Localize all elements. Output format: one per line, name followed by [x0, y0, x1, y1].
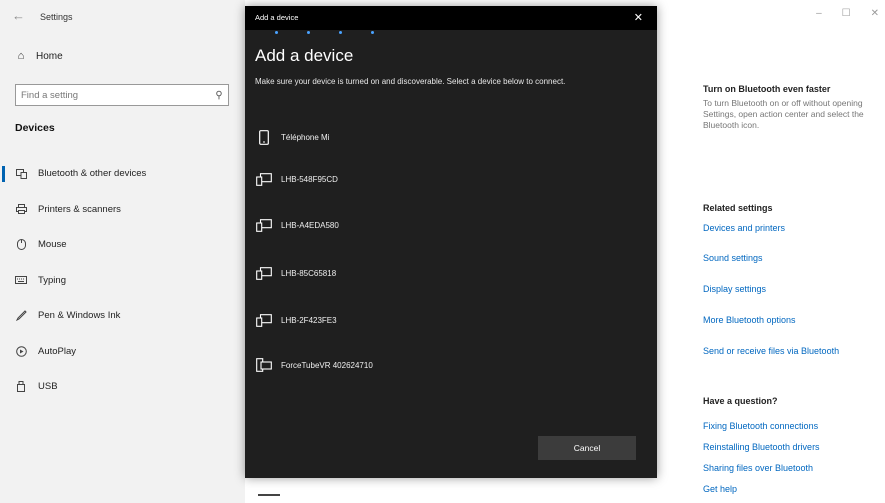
pen-icon: [14, 310, 28, 322]
printer-icon: [14, 204, 28, 215]
sidebar-item-mouse[interactable]: Mouse: [0, 227, 245, 263]
related-settings-heading: Related settings: [703, 203, 773, 213]
sidebar-item-label: Mouse: [38, 239, 67, 251]
window-controls: – ☐ ✕: [816, 8, 879, 19]
link-more-bluetooth[interactable]: More Bluetooth options: [703, 315, 796, 325]
device-item[interactable]: LHB-2F423FE3: [255, 305, 337, 335]
bt-faster-text: To turn Bluetooth on or off without open…: [703, 98, 864, 130]
progress-dot: [275, 31, 278, 34]
device-item[interactable]: LHB-A4EDA580: [255, 210, 339, 240]
link-get-help[interactable]: Get help: [703, 484, 737, 494]
device-name: ForceTubeVR 402624710: [281, 360, 373, 370]
nav-list: Bluetooth & other devices Printers & sca…: [0, 156, 245, 405]
sidebar-item-pen[interactable]: Pen & Windows Ink: [0, 298, 245, 334]
dialog-heading: Add a device: [255, 46, 354, 65]
progress-dot: [371, 31, 374, 34]
display-device-icon: [255, 171, 273, 187]
progress-dot: [339, 31, 342, 34]
cancel-button[interactable]: Cancel: [538, 436, 636, 460]
keyboard-icon: [14, 276, 28, 285]
link-devices-printers[interactable]: Devices and printers: [703, 223, 785, 233]
back-arrow-icon[interactable]: ←: [12, 8, 25, 23]
device-name: LHB-2F423FE3: [281, 315, 337, 325]
search-input[interactable]: [16, 89, 210, 101]
link-sharing-files[interactable]: Sharing files over Bluetooth: [703, 463, 813, 473]
search-box[interactable]: ⚲: [15, 84, 229, 106]
maximize-icon[interactable]: ☐: [842, 8, 851, 19]
sidebar-item-usb[interactable]: USB: [0, 369, 245, 405]
hidden-list-item: [258, 494, 288, 496]
search-icon[interactable]: ⚲: [210, 90, 228, 101]
sidebar-item-label: Bluetooth & other devices: [38, 168, 147, 180]
mouse-icon: [14, 239, 28, 251]
usb-icon: [14, 381, 28, 393]
window-title: Settings: [40, 12, 73, 22]
device-list-icon: [258, 494, 280, 496]
device-name: LHB-85C65818: [281, 268, 337, 278]
device-name: LHB-A4EDA580: [281, 220, 339, 230]
question-heading: Have a question?: [703, 396, 778, 406]
section-heading: Devices: [15, 122, 55, 134]
display-device-icon: [255, 265, 273, 281]
add-device-dialog: Add a device ✕ Add a device Make sure yo…: [245, 6, 657, 478]
link-reinstall-drivers[interactable]: Reinstalling Bluetooth drivers: [703, 442, 820, 452]
dialog-titlebar: Add a device ✕: [245, 6, 657, 30]
nav-home[interactable]: ⌂ Home: [14, 50, 63, 62]
sidebar-item-label: Pen & Windows Ink: [38, 310, 121, 322]
dialog-title: Add a device: [255, 13, 299, 22]
sidebar-item-label: AutoPlay: [38, 345, 77, 357]
sidebar-item-typing[interactable]: Typing: [0, 263, 245, 299]
link-fixing-bt[interactable]: Fixing Bluetooth connections: [703, 421, 818, 431]
link-send-files[interactable]: Send or receive files via Bluetooth: [703, 346, 839, 356]
nav-home-label: Home: [36, 50, 63, 62]
home-icon: ⌂: [17, 50, 25, 62]
autoplay-icon: [14, 345, 28, 357]
close-window-icon[interactable]: ✕: [871, 8, 879, 19]
settings-sidebar: ← Settings ⌂ Home ⚲ Devices Bluetooth & …: [0, 0, 245, 503]
device-name: LHB-548F95CD: [281, 174, 338, 184]
bluetooth-devices-icon: [14, 168, 28, 179]
sidebar-item-autoplay[interactable]: AutoPlay: [0, 334, 245, 370]
sidebar-item-bluetooth[interactable]: Bluetooth & other devices: [0, 156, 245, 192]
progress-dot: [307, 31, 310, 34]
phone-icon: [255, 129, 273, 145]
display-device-icon: [255, 312, 273, 328]
minimize-icon[interactable]: –: [816, 8, 822, 19]
device-item[interactable]: Téléphone Mi: [255, 122, 329, 152]
sidebar-item-label: Typing: [38, 274, 66, 286]
device-combo-icon: [255, 357, 273, 373]
link-sound-settings[interactable]: Sound settings: [703, 253, 763, 263]
link-display-settings[interactable]: Display settings: [703, 284, 766, 294]
sidebar-item-label: USB: [38, 381, 58, 393]
dialog-description: Make sure your device is turned on and d…: [255, 77, 566, 86]
device-item[interactable]: ForceTubeVR 402624710: [255, 350, 373, 380]
device-name: Téléphone Mi: [281, 132, 330, 142]
device-item[interactable]: LHB-85C65818: [255, 258, 336, 288]
display-device-icon: [255, 217, 273, 233]
progress-dots: [245, 30, 657, 34]
close-icon[interactable]: ✕: [634, 11, 643, 24]
bt-faster-heading: Turn on Bluetooth even faster: [703, 84, 831, 94]
device-item[interactable]: LHB-548F95CD: [255, 164, 338, 194]
sidebar-item-printers[interactable]: Printers & scanners: [0, 192, 245, 228]
sidebar-item-label: Printers & scanners: [38, 203, 121, 215]
